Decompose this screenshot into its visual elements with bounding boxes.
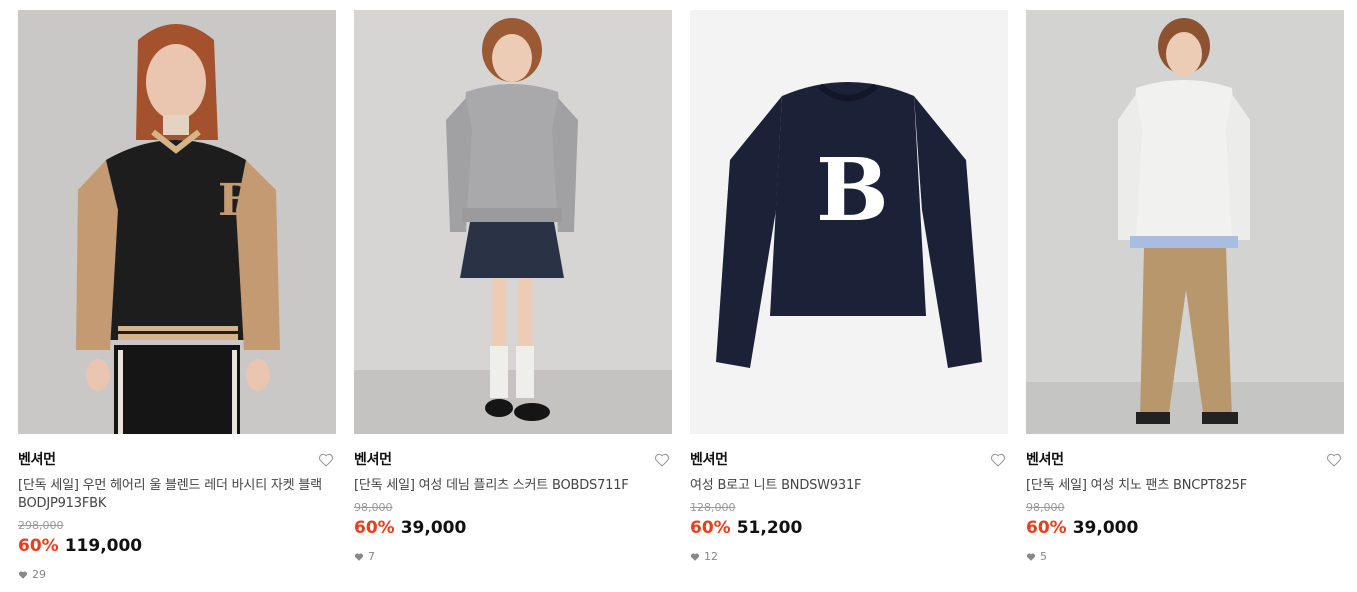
sale-price: 39,000	[400, 518, 467, 538]
product-image-chino-pants[interactable]	[1026, 10, 1344, 434]
discount-rate: 60%	[354, 518, 395, 538]
product-grid: B 벤셔먼 [단독 세일] 우먼 헤어리 울 블렌드 레더 바시티 자켓 블랙 …	[18, 10, 1344, 590]
original-price: 98,000	[354, 501, 393, 514]
heart-filled-icon	[18, 571, 28, 579]
original-price: 298,000	[18, 519, 64, 532]
svg-text:B: B	[816, 140, 889, 241]
product-name[interactable]: [단독 세일] 우먼 헤어리 울 블렌드 레더 바시티 자켓 블랙 BODJP9…	[18, 477, 336, 513]
like-count-value: 5	[1040, 550, 1047, 563]
sale-price: 39,000	[1072, 518, 1139, 538]
original-price: 128,000	[690, 501, 736, 514]
brand-name[interactable]: 벤셔먼	[690, 452, 728, 468]
svg-text:B: B	[218, 175, 255, 226]
like-count: 29	[18, 568, 336, 582]
product-photo	[1026, 10, 1344, 434]
product-name[interactable]: 여성 B로고 니트 BNDSW931F	[690, 477, 1008, 495]
brand-name[interactable]: 벤셔먼	[18, 452, 56, 468]
like-count-value: 7	[368, 550, 375, 563]
product-image-denim-skirt[interactable]	[354, 10, 672, 434]
product-photo: B	[18, 10, 336, 434]
heart-outline-icon[interactable]	[1326, 452, 1342, 468]
like-count: 7	[354, 550, 672, 564]
sale-price: 51,200	[736, 518, 803, 538]
like-count-value: 12	[704, 550, 718, 563]
heart-outline-icon[interactable]	[654, 452, 670, 468]
product-image-varsity-jacket[interactable]: B	[18, 10, 336, 434]
like-count-value: 29	[32, 568, 46, 581]
like-count: 12	[690, 550, 1008, 564]
original-price: 98,000	[1026, 501, 1065, 514]
like-count: 5	[1026, 550, 1344, 564]
product-name[interactable]: [단독 세일] 여성 치노 팬츠 BNCPT825F	[1026, 477, 1344, 495]
heart-filled-icon	[690, 553, 700, 561]
discount-rate: 60%	[18, 536, 59, 556]
heart-filled-icon	[354, 553, 364, 561]
brand-name[interactable]: 벤셔먼	[1026, 452, 1064, 468]
discount-rate: 60%	[1026, 518, 1067, 538]
product-name[interactable]: [단독 세일] 여성 데님 플리츠 스커트 BOBDS711F	[354, 477, 672, 495]
heart-outline-icon[interactable]	[318, 452, 334, 468]
product-photo: B	[690, 10, 1008, 434]
sale-price: 119,000	[64, 536, 143, 556]
heart-outline-icon[interactable]	[990, 452, 1006, 468]
product-card[interactable]: B 벤셔먼 여성 B로고 니트 BNDSW931F 128,000 60% 51,…	[690, 10, 1008, 564]
product-card[interactable]: 벤셔먼 [단독 세일] 여성 데님 플리츠 스커트 BOBDS711F 98,0…	[354, 10, 672, 564]
heart-filled-icon	[1026, 553, 1036, 561]
product-card[interactable]: B 벤셔먼 [단독 세일] 우먼 헤어리 울 블렌드 레더 바시티 자켓 블랙 …	[18, 10, 336, 582]
discount-rate: 60%	[690, 518, 731, 538]
product-card[interactable]: 벤셔먼 [단독 세일] 여성 치노 팬츠 BNCPT825F 98,000 60…	[1026, 10, 1344, 564]
brand-name[interactable]: 벤셔먼	[354, 452, 392, 468]
product-photo	[354, 10, 672, 434]
product-image-b-logo-knit[interactable]: B	[690, 10, 1008, 434]
